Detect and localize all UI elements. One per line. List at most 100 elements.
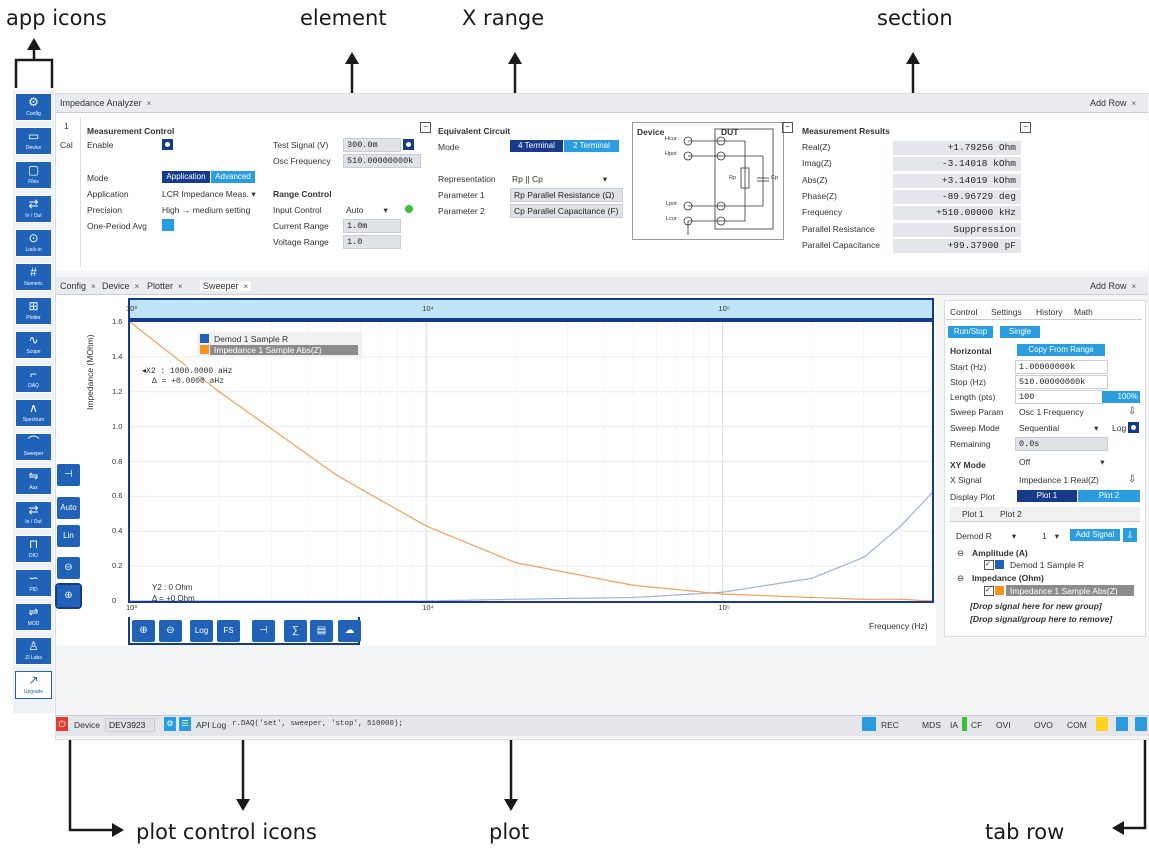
sweeper-tab-math[interactable]: Math bbox=[1074, 307, 1093, 317]
math-button[interactable]: ∑ bbox=[284, 620, 307, 642]
close-icon[interactable]: × bbox=[135, 282, 140, 291]
mode-advanced-button[interactable]: Advanced bbox=[211, 171, 255, 183]
sweeper-tab-control[interactable]: Control bbox=[950, 307, 978, 317]
start-field[interactable]: 1.00000000k bbox=[1015, 360, 1108, 374]
app-icon-scope[interactable]: ∿ Scope bbox=[15, 331, 52, 359]
zoom-in-button[interactable]: ⊕ bbox=[132, 620, 155, 642]
app-icon-daq[interactable]: ⌐ DAQ bbox=[15, 365, 52, 393]
single-button[interactable]: Single bbox=[1000, 326, 1040, 338]
app-icon-in-out[interactable]: ⇄ In / Out bbox=[15, 501, 52, 529]
export-button[interactable]: ▤ bbox=[310, 620, 333, 642]
representation-select[interactable]: Rp || Cp ▾ bbox=[512, 174, 607, 185]
drop-new-group[interactable]: [Drop signal here for new group] bbox=[970, 601, 1102, 611]
add-signal-button[interactable]: Add Signal bbox=[1070, 529, 1120, 541]
log-button[interactable]: Log bbox=[190, 620, 213, 642]
app-icon-numeric[interactable]: # Numeric bbox=[15, 263, 52, 291]
current-range-field[interactable]: 1.0m bbox=[343, 219, 401, 233]
cursor-button[interactable]: ⊣ bbox=[252, 620, 275, 642]
sweep-param-select[interactable]: Osc 1 Frequency bbox=[1019, 407, 1084, 417]
enable-toggle[interactable] bbox=[162, 139, 173, 150]
app-icon-plotter[interactable]: ⊞ Plotter bbox=[15, 297, 52, 325]
auto-scale-button[interactable]: Auto bbox=[57, 497, 80, 519]
test-signal-toggle[interactable] bbox=[403, 139, 414, 150]
add-row-button[interactable]: Add Row × bbox=[1090, 98, 1136, 108]
application-select[interactable]: LCR Impedance Meas. ▾ bbox=[162, 189, 256, 200]
app-icon-lock-in[interactable]: ⊙ Lock-in bbox=[15, 229, 52, 257]
zoom-out-left-button[interactable]: ⊖ bbox=[57, 557, 80, 579]
status-indicator-2[interactable] bbox=[1135, 717, 1147, 731]
collapse-impedance-icon[interactable]: ⊖ bbox=[957, 573, 964, 584]
measurement-results-collapse[interactable]: − bbox=[1020, 122, 1031, 133]
app-icon-device[interactable]: ▭ Device bbox=[15, 127, 52, 155]
display-plot1-button[interactable]: Plot 1 bbox=[1017, 490, 1077, 502]
subtab-plot1[interactable]: Plot 1 bbox=[962, 509, 984, 519]
one-period-avg-toggle[interactable] bbox=[162, 219, 174, 231]
x-range-bar[interactable] bbox=[128, 298, 934, 320]
sweeper-tab-history[interactable]: History bbox=[1036, 307, 1062, 317]
cal-label[interactable]: Cal bbox=[60, 140, 73, 150]
close-icon[interactable]: × bbox=[91, 282, 96, 291]
stop-field[interactable]: 510.00000000k bbox=[1015, 375, 1108, 389]
close-icon[interactable]: × bbox=[244, 282, 249, 291]
tab-impedance-analyzer[interactable]: Impedance Analyzer × bbox=[60, 98, 151, 108]
collapse-amplitude-icon[interactable]: ⊖ bbox=[957, 548, 964, 559]
fs-button[interactable]: FS bbox=[217, 620, 240, 642]
status-indicator-1[interactable] bbox=[1116, 717, 1128, 731]
app-icon-sweeper[interactable]: ⌒ Sweeper bbox=[15, 433, 52, 461]
xy-mode-select[interactable]: Off ▾ bbox=[1019, 457, 1104, 468]
length-field[interactable]: 100 bbox=[1015, 390, 1103, 404]
input-control-select[interactable]: Auto ▾ bbox=[346, 205, 388, 216]
tree-icon[interactable]: ⇩ bbox=[1128, 406, 1136, 417]
drop-remove[interactable]: [Drop signal/group here to remove] bbox=[970, 614, 1112, 624]
close-icon[interactable]: × bbox=[1132, 99, 1137, 108]
precision-select[interactable]: High → medium setting bbox=[162, 205, 250, 215]
demod-index-select[interactable]: 1 ▾ bbox=[1042, 531, 1059, 542]
test-signal-field[interactable]: 300.0m bbox=[343, 138, 401, 152]
zoom-in-left-button[interactable]: ⊕ bbox=[55, 583, 82, 609]
copy-from-range-button[interactable]: Copy From Range bbox=[1017, 344, 1105, 356]
sweep-mode-select[interactable]: Sequential ▾ bbox=[1019, 423, 1098, 434]
close-icon[interactable]: × bbox=[178, 282, 183, 291]
signal-impedance-checkbox[interactable]: ✓ bbox=[984, 586, 994, 596]
tree-icon[interactable]: ⇩ bbox=[1128, 474, 1136, 485]
app-icon-aux[interactable]: ⇋ Aux bbox=[15, 467, 52, 495]
mode-4-terminal-button[interactable]: 4 Terminal bbox=[510, 140, 563, 152]
log-toggle[interactable] bbox=[1128, 422, 1139, 433]
app-icon-files[interactable]: ▢ Files bbox=[15, 161, 52, 189]
equivalent-circuit-collapse[interactable]: − bbox=[782, 122, 793, 133]
zoom-out-button[interactable]: ⊖ bbox=[159, 620, 182, 642]
lin-button[interactable]: Lin bbox=[57, 525, 80, 547]
mode-application-button[interactable]: Application bbox=[162, 171, 210, 183]
cloud-button[interactable]: ☁ bbox=[338, 620, 361, 642]
app-icon-zi-labs[interactable]: ♙ ZI Labs bbox=[15, 637, 52, 665]
display-plot2-button[interactable]: Plot 2 bbox=[1078, 490, 1140, 502]
impedance-chart[interactable] bbox=[130, 322, 932, 601]
voltage-range-field[interactable]: 1.0 bbox=[343, 235, 401, 249]
app-icon-mod[interactable]: ⇌ MOD bbox=[15, 603, 52, 631]
api-log-icon[interactable]: ☰ bbox=[179, 717, 191, 731]
app-icon-upgrade[interactable]: ↗ Upgrade bbox=[15, 671, 52, 699]
api-settings-icon[interactable]: ⚙ bbox=[164, 717, 176, 731]
cursor-tool-button[interactable]: ⊣ bbox=[57, 464, 80, 486]
run-stop-button[interactable]: Run/Stop bbox=[948, 326, 993, 338]
signal-demod-checkbox[interactable]: ✓ bbox=[984, 560, 994, 570]
app-icon-in-out[interactable]: ⇄ In / Out bbox=[15, 195, 52, 223]
tab-plotter[interactable]: Plotter × bbox=[147, 281, 183, 291]
api-log-label[interactable]: API Log bbox=[196, 720, 226, 730]
app-icon-config[interactable]: ⚙ Config bbox=[15, 93, 52, 121]
rec-icon[interactable] bbox=[862, 717, 876, 731]
close-icon[interactable]: × bbox=[1132, 282, 1137, 291]
bottom-add-row-button[interactable]: Add Row × bbox=[1090, 281, 1136, 291]
osc-frequency-field[interactable]: 510.00000000k bbox=[343, 154, 421, 168]
close-icon[interactable]: × bbox=[147, 99, 152, 108]
tree-icon[interactable]: ⇩ bbox=[1123, 528, 1137, 542]
measurement-control-collapse[interactable]: − bbox=[420, 122, 431, 133]
app-icon-pid[interactable]: ∽ PID bbox=[15, 569, 52, 597]
x-signal-select[interactable]: Impedance 1 Real(Z) bbox=[1019, 475, 1099, 485]
sweeper-tab-settings[interactable]: Settings bbox=[991, 307, 1022, 317]
demod-select[interactable]: Demod R ▾ bbox=[956, 531, 1016, 542]
subtab-plot2[interactable]: Plot 2 bbox=[1000, 509, 1022, 519]
app-icon-dio[interactable]: ⊓ DIO bbox=[15, 535, 52, 563]
app-icon-spectrum[interactable]: ∧ Spectrum bbox=[15, 399, 52, 427]
mode-2-terminal-button[interactable]: 2 Terminal bbox=[564, 140, 619, 152]
